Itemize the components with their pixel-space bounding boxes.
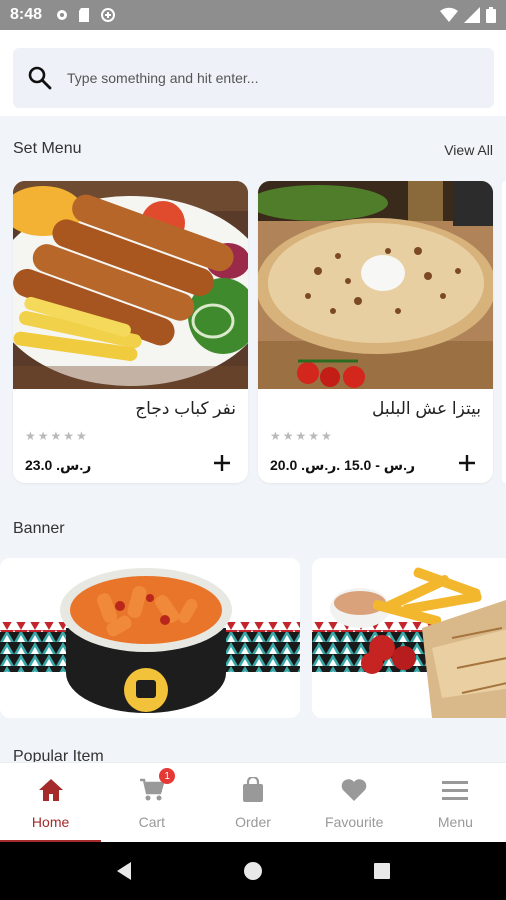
status-time: 8:48 [10, 6, 43, 23]
item-name[interactable]: نفر كباب دجاج [135, 399, 236, 419]
menu-icon [441, 776, 469, 804]
next-card-peek [502, 181, 506, 483]
back-icon[interactable] [115, 861, 133, 881]
signal-icon [464, 7, 480, 23]
nav-order[interactable]: Order [202, 763, 303, 842]
main-content[interactable]: Set Menu View All [0, 30, 506, 762]
home-button-icon[interactable] [243, 861, 263, 881]
banner-title: Banner [13, 520, 65, 537]
status-bar: 8:48 [0, 0, 506, 30]
item-name[interactable]: بيتزا عش البلبل [372, 399, 481, 419]
nav-cart[interactable]: 1 Cart [101, 763, 202, 842]
nav-home-label: Home [31, 813, 70, 830]
nav-favourite[interactable]: Favourite [304, 763, 405, 842]
nav-home[interactable]: Home [0, 763, 102, 842]
kebab-food-image[interactable] [13, 181, 248, 389]
plus-icon [459, 455, 475, 471]
set-menu-card[interactable]: بيتزا عش البلبل ★★★★★ 20.0 .ر.س - 15.0 .… [258, 181, 493, 483]
settings-status-icon [54, 7, 70, 23]
home-icon [37, 776, 65, 804]
search-bar[interactable] [13, 48, 494, 108]
view-all-link[interactable]: View All [444, 142, 493, 158]
search-input[interactable] [67, 70, 447, 86]
sd-card-status-icon [78, 7, 92, 23]
nav-cart-label: Cart [138, 813, 166, 830]
pizza-food-image[interactable] [258, 181, 493, 389]
nav-menu-label: Menu [437, 813, 473, 830]
set-menu-title: Set Menu [13, 140, 82, 157]
wifi-icon [440, 7, 458, 23]
system-navigation-bar [0, 842, 506, 900]
item-price: 23.0 .ر.س [25, 457, 92, 473]
cart-count-badge: 1 [159, 768, 176, 784]
nav-menu[interactable]: Menu [405, 763, 506, 842]
nav-order-label: Order [235, 813, 271, 830]
search-icon[interactable] [27, 65, 53, 91]
banner-image[interactable] [312, 558, 506, 718]
heart-icon [340, 776, 368, 804]
banner-image[interactable] [0, 558, 300, 718]
rating-stars: ★★★★★ [270, 429, 334, 443]
status-right [440, 7, 496, 23]
plus-icon [214, 455, 230, 471]
item-price: 20.0 .ر.س - 15.0 .ر.س [270, 457, 416, 473]
nav-favourite-label: Favourite [325, 813, 384, 830]
rating-stars: ★★★★★ [25, 429, 89, 443]
popular-title: Popular Item [13, 748, 104, 762]
battery-icon [486, 7, 496, 23]
set-menu-card[interactable]: نفر كباب دجاج ★★★★★ 23.0 .ر.س [13, 181, 248, 483]
recents-icon[interactable] [373, 862, 391, 880]
add-to-cart-button[interactable] [208, 449, 236, 477]
data-saver-status-icon [100, 7, 116, 23]
add-to-cart-button[interactable] [453, 449, 481, 477]
bottom-navigation: Home 1 Cart Order Favourite Menu [0, 762, 506, 842]
bag-icon [239, 776, 267, 804]
